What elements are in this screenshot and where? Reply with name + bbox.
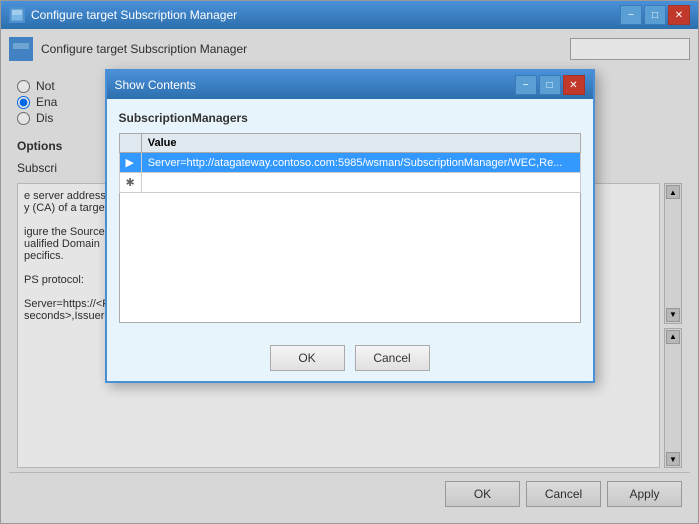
modal-maximize-button[interactable]: □	[539, 75, 561, 95]
maximize-button[interactable]: □	[644, 5, 666, 25]
minimize-button[interactable]: −	[620, 5, 642, 25]
modal-footer: OK Cancel	[107, 335, 593, 381]
main-window: Configure target Subscription Manager − …	[0, 0, 699, 524]
title-bar: Configure target Subscription Manager − …	[1, 1, 698, 29]
main-content: Configure target Subscription Manager No…	[1, 29, 698, 523]
modal-overlay: Show Contents − □ ✕ SubscriptionManagers	[1, 29, 698, 523]
show-contents-modal: Show Contents − □ ✕ SubscriptionManagers	[105, 69, 595, 383]
table-row[interactable]: ▶ Server=http://atagateway.contoso.com:5…	[119, 153, 580, 173]
table-row[interactable]: ✱	[119, 173, 580, 193]
modal-section-title: SubscriptionManagers	[119, 111, 581, 125]
modal-title: Show Contents	[115, 78, 196, 92]
modal-content: SubscriptionManagers Value ▶	[107, 99, 593, 335]
row-value-empty	[141, 173, 580, 193]
modal-table: Value ▶ Server=http://atagateway.contoso…	[119, 133, 581, 193]
row-value: Server=http://atagateway.contoso.com:598…	[141, 153, 580, 173]
modal-minimize-button[interactable]: −	[515, 75, 537, 95]
row-arrow-empty: ✱	[119, 173, 141, 193]
row-arrow: ▶	[119, 153, 141, 173]
table-value-header: Value	[141, 134, 580, 153]
modal-title-bar: Show Contents − □ ✕	[107, 71, 593, 99]
modal-close-button[interactable]: ✕	[563, 75, 585, 95]
empty-table-area	[119, 193, 581, 323]
close-button[interactable]: ✕	[668, 5, 690, 25]
app-icon	[9, 7, 25, 23]
modal-cancel-button[interactable]: Cancel	[355, 345, 430, 371]
title-bar-controls: − □ ✕	[620, 5, 690, 25]
table-arrow-col-header	[119, 134, 141, 153]
window-title: Configure target Subscription Manager	[31, 8, 237, 22]
title-bar-left: Configure target Subscription Manager	[9, 7, 237, 23]
modal-controls: − □ ✕	[515, 75, 585, 95]
modal-ok-button[interactable]: OK	[270, 345, 345, 371]
